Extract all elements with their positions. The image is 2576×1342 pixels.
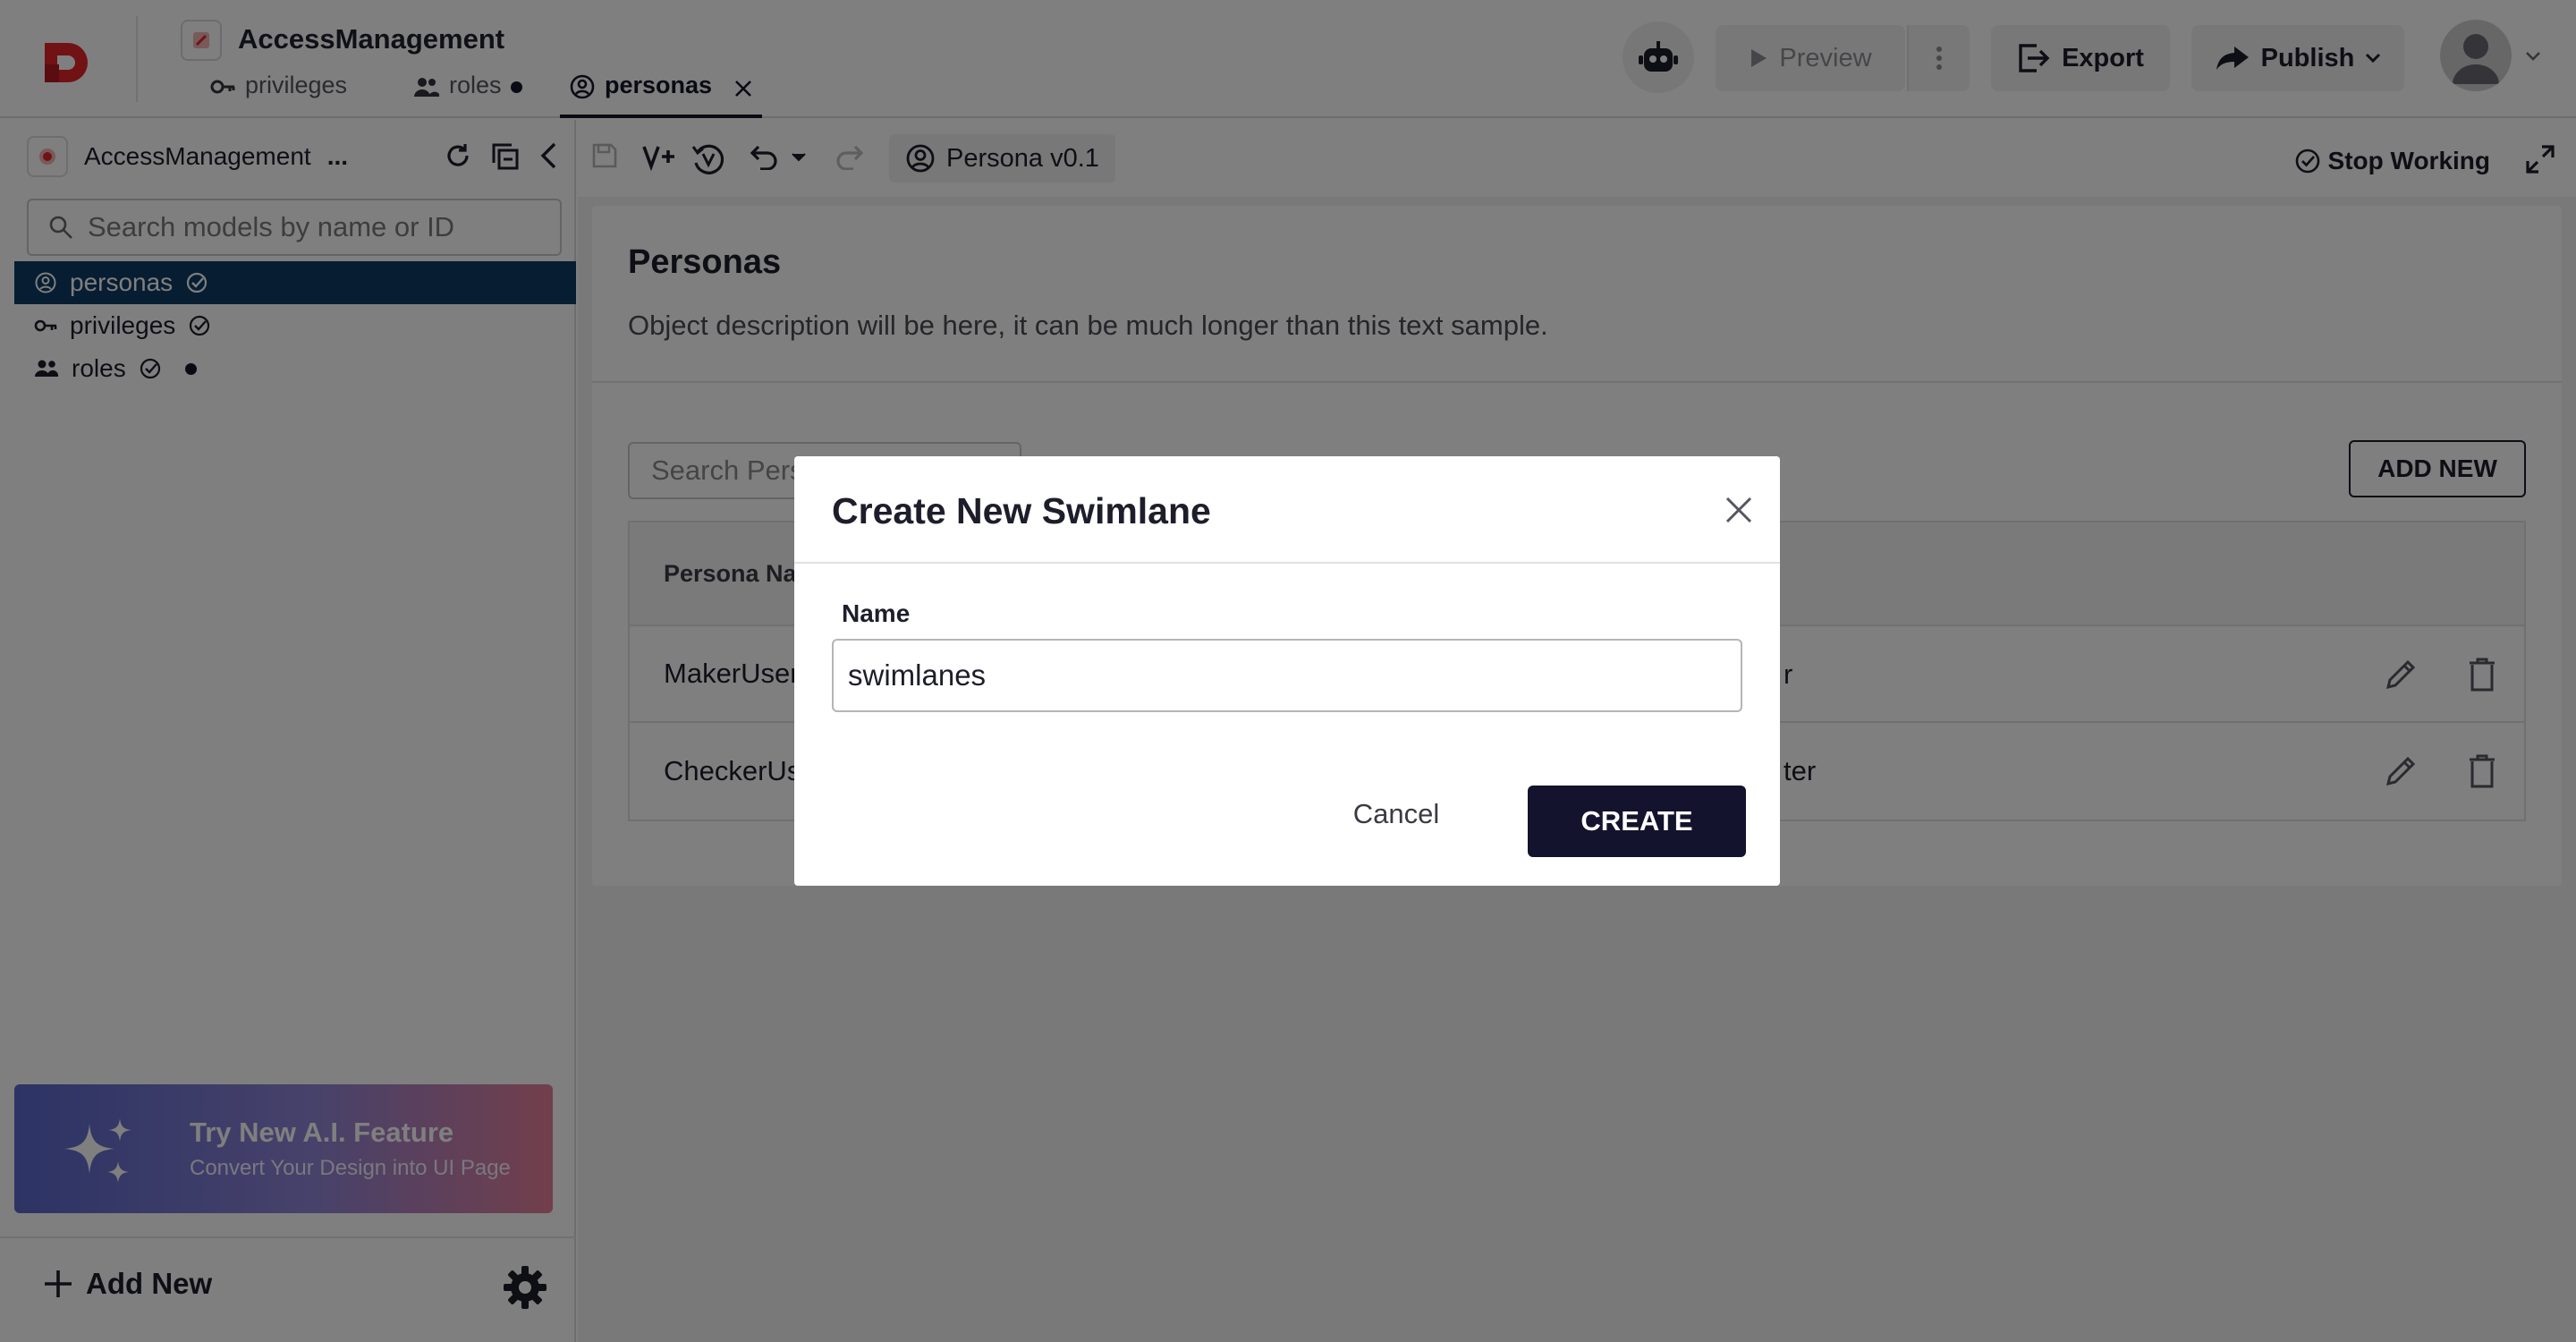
close-icon[interactable]	[1724, 496, 1753, 524]
cancel-button[interactable]: Cancel	[1342, 787, 1451, 841]
create-swimlane-dialog: Create New Swimlane Name Cancel CREATE	[794, 456, 1780, 886]
dialog-divider	[794, 562, 1780, 564]
name-field-label: Name	[842, 599, 911, 627]
name-field[interactable]	[832, 639, 1742, 712]
create-button[interactable]: CREATE	[1528, 786, 1746, 857]
dialog-title: Create New Swimlane	[832, 490, 1211, 531]
